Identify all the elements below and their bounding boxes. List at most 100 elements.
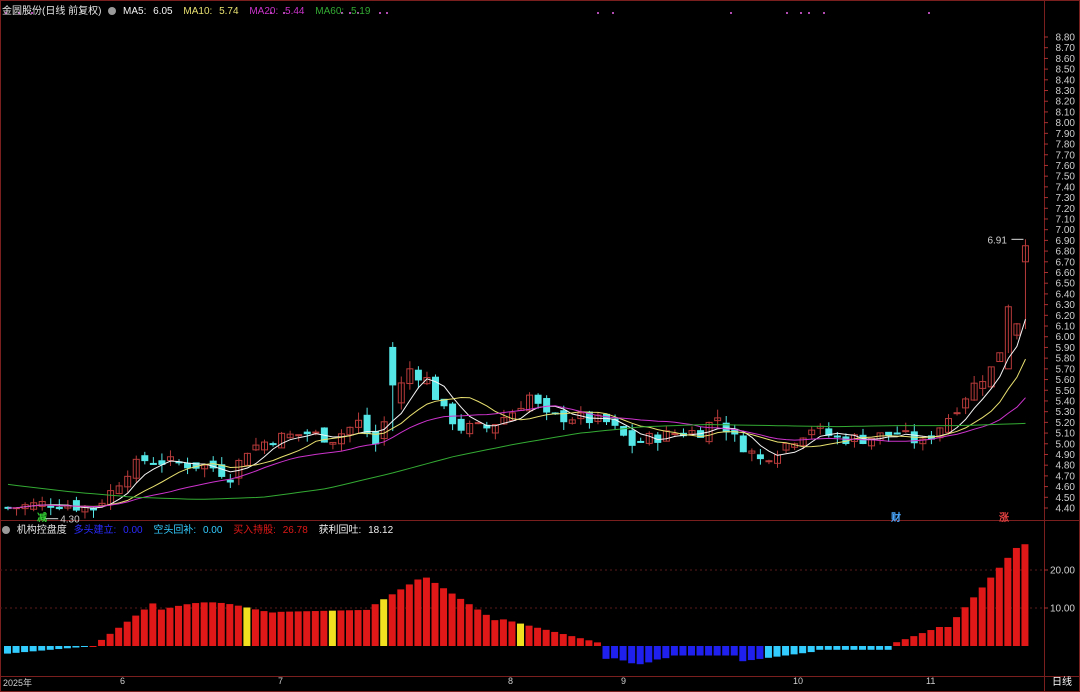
candle-body	[303, 431, 311, 435]
date-label-1: 6	[120, 676, 126, 686]
indicator-bar	[918, 633, 926, 646]
candle-body	[226, 479, 234, 483]
indicator-bar	[1012, 547, 1020, 646]
y-tick-label: 4.80	[1056, 461, 1076, 472]
y-tick-label: 6.50	[1056, 279, 1076, 290]
indicator-bar	[380, 599, 388, 646]
indicator-bar	[944, 627, 952, 646]
indicator-bar	[234, 605, 242, 646]
candle-body	[218, 464, 226, 477]
candle-body	[363, 414, 371, 435]
indicator-bar	[80, 646, 88, 647]
candle-body	[372, 430, 380, 445]
indicator-bar	[397, 589, 405, 646]
stock-title[interactable]: 金圆股份(日线 前复权)	[2, 6, 101, 17]
indicator-bar	[705, 646, 713, 656]
indicator-buy-hold: 买入持股: 26.78	[233, 525, 308, 536]
indicator-bar	[816, 646, 824, 650]
top-marker-dot	[928, 12, 930, 14]
indicator-bar	[756, 646, 764, 659]
y-tick-label: 5.80	[1056, 354, 1076, 365]
y-tick-label: 7.00	[1056, 225, 1076, 236]
indicator-bar	[72, 646, 80, 648]
y-tick-label: 6.60	[1056, 268, 1076, 279]
indicator-bar	[850, 646, 858, 650]
candle-body	[389, 346, 397, 386]
y-tick-label: 4.50	[1056, 493, 1076, 504]
indicator-bar	[739, 646, 747, 662]
date-label-3: 8	[508, 676, 514, 686]
indicator-bar	[388, 594, 396, 646]
y-tick-label: 6.10	[1056, 322, 1076, 333]
indicator-bar	[611, 646, 619, 659]
y-tick-label: 5.90	[1056, 343, 1076, 354]
candle-body	[543, 398, 551, 413]
indicator-bar	[884, 646, 892, 650]
indicator-long-build: 多头建立: 0.00	[73, 525, 143, 536]
period-label[interactable]: 日线	[1046, 676, 1078, 690]
date-label-0: 2025年	[3, 678, 33, 688]
y-tick-label: 8.80	[1056, 33, 1076, 44]
ma5-line	[7, 319, 1026, 509]
y-tick-label: 5.00	[1056, 439, 1076, 450]
indicator-bar	[841, 646, 849, 650]
candle-body	[72, 500, 80, 511]
indicator-bar	[63, 646, 71, 649]
indicator-bar	[619, 646, 627, 661]
indicator-bar	[696, 646, 704, 656]
indicator-bar	[89, 646, 97, 647]
indicator-bar	[337, 610, 345, 646]
indicator-bar	[448, 593, 456, 646]
indicator-bar	[713, 646, 721, 656]
indicator-bar	[192, 603, 200, 646]
indicator-bar	[277, 611, 285, 646]
y-tick-label: 6.40	[1056, 289, 1076, 300]
candle-body	[628, 430, 636, 446]
indicator-bar	[679, 646, 687, 656]
candle-body	[414, 369, 422, 381]
indicator-bar	[961, 607, 969, 646]
indicator-bar	[910, 636, 918, 646]
y-tick-label: 6.70	[1056, 257, 1076, 268]
candle-body	[149, 462, 157, 465]
indicator-bar	[628, 646, 636, 664]
date-label-6: 11	[926, 676, 936, 686]
indicator-bar	[251, 609, 259, 646]
indicator-bar	[893, 642, 901, 646]
indicator-bar	[525, 625, 533, 646]
indicator-header: 机构控盘度 多头建立: 0.00 空头回补: 0.00 买入持股: 26.78 …	[2, 521, 401, 536]
indicator-bar	[320, 610, 328, 646]
y-tick-label: 4.70	[1056, 471, 1076, 482]
candle-body	[55, 506, 63, 510]
settings-circle-icon[interactable]	[108, 7, 117, 15]
indicator-bar	[371, 604, 379, 646]
candle-body	[534, 394, 542, 404]
price-chart[interactable]: 8.808.708.608.508.408.308.208.108.007.90…	[0, 0, 1080, 692]
indicator-bar	[662, 646, 670, 659]
signal-reduce: 减	[37, 513, 47, 524]
indicator-settings-icon[interactable]	[2, 526, 10, 534]
indicator-bar	[431, 582, 439, 646]
indicator-bar	[602, 646, 610, 659]
indicator-bar	[269, 612, 277, 646]
top-marker-dot	[379, 12, 381, 14]
indicator-bar	[286, 611, 294, 646]
top-marker-dot	[612, 12, 614, 14]
indicator-bar	[876, 646, 884, 650]
y-tick-label: 7.90	[1056, 129, 1076, 140]
indicator-bar	[346, 610, 353, 646]
y-tick-label: 5.30	[1056, 407, 1076, 418]
top-marker-dot	[386, 12, 388, 14]
indicator-title[interactable]: 机构控盘度	[17, 525, 67, 536]
indicator-bar	[790, 646, 798, 655]
indicator-bar	[670, 646, 678, 656]
y-tick-label: 8.20	[1056, 97, 1076, 108]
indicator-bar	[859, 646, 866, 650]
y-tick-label: 7.10	[1056, 214, 1076, 225]
candle-body	[902, 430, 910, 433]
ma20-label: MA20: 5.44	[249, 6, 305, 17]
y-tick-label: 5.20	[1056, 418, 1076, 429]
top-marker-dot	[808, 12, 810, 14]
indicator-bar	[585, 640, 593, 646]
indicator-bar	[953, 617, 961, 646]
